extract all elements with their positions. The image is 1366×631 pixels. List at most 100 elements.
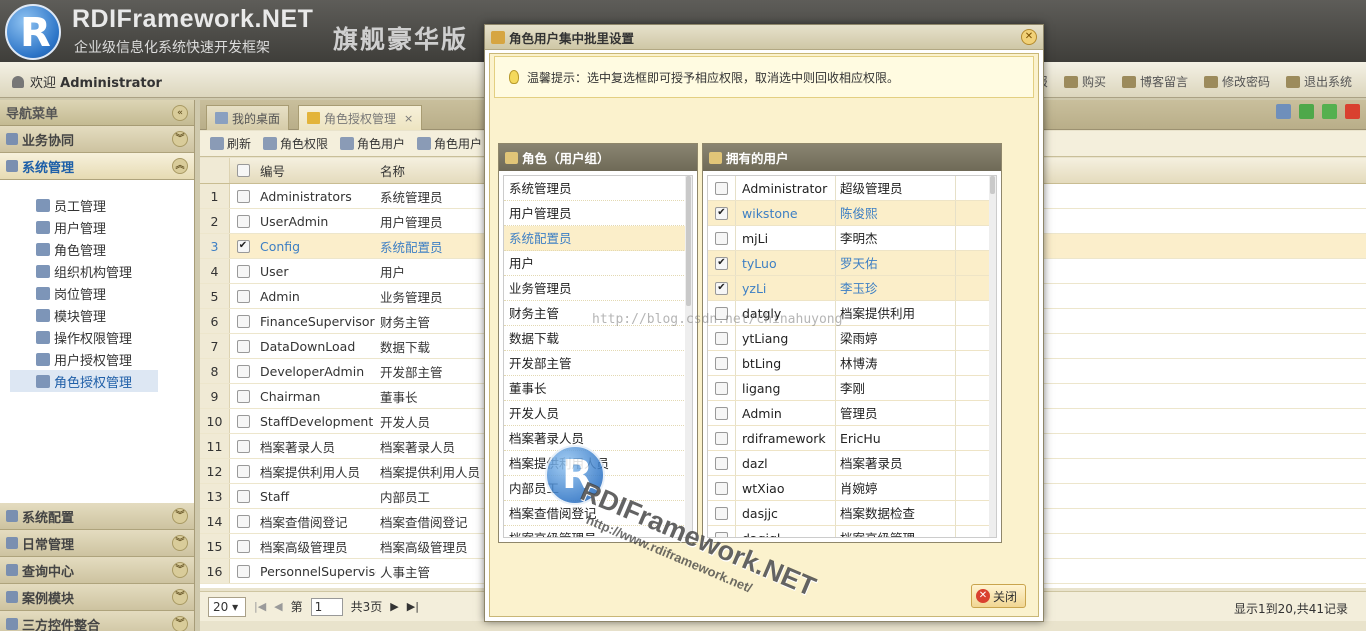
- chevron-up-icon[interactable]: ︽: [172, 158, 188, 174]
- role-item[interactable]: 系统管理员: [504, 176, 692, 201]
- user-row[interactable]: wtXiao 肖婉婷: [708, 476, 996, 501]
- nav-item-8[interactable]: 角色授权管理: [10, 370, 158, 392]
- toplink-3[interactable]: 修改密码: [1203, 73, 1270, 90]
- user-row[interactable]: ytLiang 梁雨婷: [708, 326, 996, 351]
- role-item[interactable]: 档案著录人员: [504, 426, 692, 451]
- user-row[interactable]: ✔ wikstone 陈俊熙: [708, 201, 996, 226]
- chevron-down-icon[interactable]: ︾: [172, 616, 188, 631]
- user-checkbox[interactable]: [715, 481, 728, 495]
- user-checkbox[interactable]: [715, 181, 728, 195]
- user-checkbox[interactable]: [715, 356, 728, 370]
- row-checkbox[interactable]: [236, 514, 250, 528]
- user-checkbox[interactable]: [715, 456, 728, 470]
- dialog-close-icon[interactable]: ✕: [1021, 29, 1037, 45]
- page-size-select[interactable]: 20 ▾: [208, 596, 246, 617]
- fullscreen-icon[interactable]: [1322, 104, 1337, 119]
- nav-group-1[interactable]: 系统管理 ︽: [0, 153, 194, 180]
- nav-group-4[interactable]: 查询中心 ︾: [0, 557, 194, 584]
- role-item[interactable]: 业务管理员: [504, 276, 692, 301]
- row-checkbox[interactable]: [236, 414, 250, 428]
- user-checkbox[interactable]: [715, 431, 728, 445]
- page-input[interactable]: 1: [310, 597, 343, 616]
- row-checkbox[interactable]: [236, 439, 250, 453]
- role-item[interactable]: 开发部主管: [504, 351, 692, 376]
- user-checkbox[interactable]: [715, 406, 728, 420]
- select-all-checkbox[interactable]: [236, 164, 250, 177]
- role-item[interactable]: 开发人员: [504, 401, 692, 426]
- role-item[interactable]: 数据下载: [504, 326, 692, 351]
- row-checkbox[interactable]: [236, 489, 250, 503]
- user-row[interactable]: dasjjc 档案数据检查: [708, 501, 996, 526]
- users-scrollbar[interactable]: [989, 176, 996, 537]
- user-checkbox[interactable]: [715, 331, 728, 345]
- roles-scrollbar[interactable]: [685, 176, 692, 537]
- row-checkbox[interactable]: [236, 564, 250, 578]
- first-page-icon[interactable]: |◀: [254, 600, 266, 613]
- collapse-nav-icon[interactable]: «: [172, 104, 188, 121]
- refresh-icon[interactable]: [1299, 104, 1314, 119]
- last-page-icon[interactable]: ▶|: [407, 600, 419, 613]
- nav-item-7[interactable]: 用户授权管理: [10, 348, 158, 370]
- nav-item-3[interactable]: 组织机构管理: [10, 260, 158, 282]
- row-checkbox[interactable]: [236, 539, 250, 553]
- role-item[interactable]: 用户: [504, 251, 692, 276]
- next-page-icon[interactable]: ▶: [390, 600, 398, 613]
- chevron-down-icon[interactable]: ︾: [172, 535, 188, 551]
- user-row[interactable]: ✔ tyLuo 罗天佑: [708, 251, 996, 276]
- chevron-down-icon[interactable]: ︾: [172, 131, 188, 147]
- nav-item-1[interactable]: 用户管理: [10, 216, 158, 238]
- user-row[interactable]: ligang 李刚: [708, 376, 996, 401]
- close-all-icon[interactable]: [1345, 104, 1360, 119]
- nav-item-4[interactable]: 岗位管理: [10, 282, 158, 304]
- user-checkbox[interactable]: ✔: [715, 281, 728, 295]
- row-checkbox[interactable]: ✔: [236, 239, 250, 253]
- row-checkbox[interactable]: [236, 464, 250, 478]
- chevron-down-icon[interactable]: ︾: [172, 562, 188, 578]
- role-item[interactable]: 董事长: [504, 376, 692, 401]
- toplink-4[interactable]: 退出系统: [1285, 73, 1352, 90]
- toplink-2[interactable]: 博客留言: [1121, 73, 1188, 90]
- nav-group-0[interactable]: 业务协同 ︾: [0, 126, 194, 153]
- window-icon[interactable]: [1276, 104, 1291, 119]
- tab-role-auth[interactable]: 角色授权管理 ×: [298, 105, 423, 130]
- user-checkbox[interactable]: [715, 231, 728, 245]
- user-row[interactable]: ✔ yzLi 李玉珍: [708, 276, 996, 301]
- user-row[interactable]: Administrator 超级管理员: [708, 176, 996, 201]
- row-checkbox[interactable]: [236, 364, 250, 378]
- nav-group-6[interactable]: 三方控件整合 ︾: [0, 611, 194, 631]
- user-row[interactable]: mjLi 李明杰: [708, 226, 996, 251]
- prev-page-icon[interactable]: ◀: [274, 600, 282, 613]
- row-checkbox[interactable]: [236, 189, 250, 203]
- close-button[interactable]: ✕ 关闭: [970, 584, 1026, 608]
- user-row[interactable]: rdiframework EricHu: [708, 426, 996, 451]
- tab-desktop[interactable]: 我的桌面: [206, 105, 290, 130]
- nav-group-2[interactable]: 系统配置 ︾: [0, 503, 194, 530]
- row-checkbox[interactable]: [236, 314, 250, 328]
- chevron-down-icon[interactable]: ︾: [172, 508, 188, 524]
- role-item[interactable]: 系统配置员: [504, 226, 692, 251]
- user-row[interactable]: btLing 林博涛: [708, 351, 996, 376]
- user-row[interactable]: dazl 档案著录员: [708, 451, 996, 476]
- user-checkbox[interactable]: [715, 381, 728, 395]
- nav-item-0[interactable]: 员工管理: [10, 194, 158, 216]
- user-checkbox[interactable]: [715, 506, 728, 520]
- row-checkbox[interactable]: [236, 264, 250, 278]
- nav-group-5[interactable]: 案例模块 ︾: [0, 584, 194, 611]
- user-row[interactable]: dagjgl档案高级管理: [708, 526, 996, 537]
- toolbar-button-3[interactable]: 角色用户: [417, 135, 482, 152]
- toolbar-button-0[interactable]: 刷新: [210, 135, 251, 152]
- nav-group-3[interactable]: 日常管理 ︾: [0, 530, 194, 557]
- nav-item-5[interactable]: 模块管理: [10, 304, 158, 326]
- nav-item-2[interactable]: 角色管理: [10, 238, 158, 260]
- role-item[interactable]: 用户管理员: [504, 201, 692, 226]
- row-checkbox[interactable]: [236, 289, 250, 303]
- user-row[interactable]: Admin 管理员: [708, 401, 996, 426]
- row-checkbox[interactable]: [236, 214, 250, 228]
- toolbar-button-2[interactable]: 角色用户: [340, 135, 405, 152]
- tab-close-icon[interactable]: ×: [404, 112, 413, 125]
- chevron-down-icon[interactable]: ︾: [172, 589, 188, 605]
- row-checkbox[interactable]: [236, 389, 250, 403]
- user-checkbox[interactable]: ✔: [715, 206, 728, 220]
- nav-item-6[interactable]: 操作权限管理: [10, 326, 158, 348]
- toplink-1[interactable]: 购买: [1063, 73, 1106, 90]
